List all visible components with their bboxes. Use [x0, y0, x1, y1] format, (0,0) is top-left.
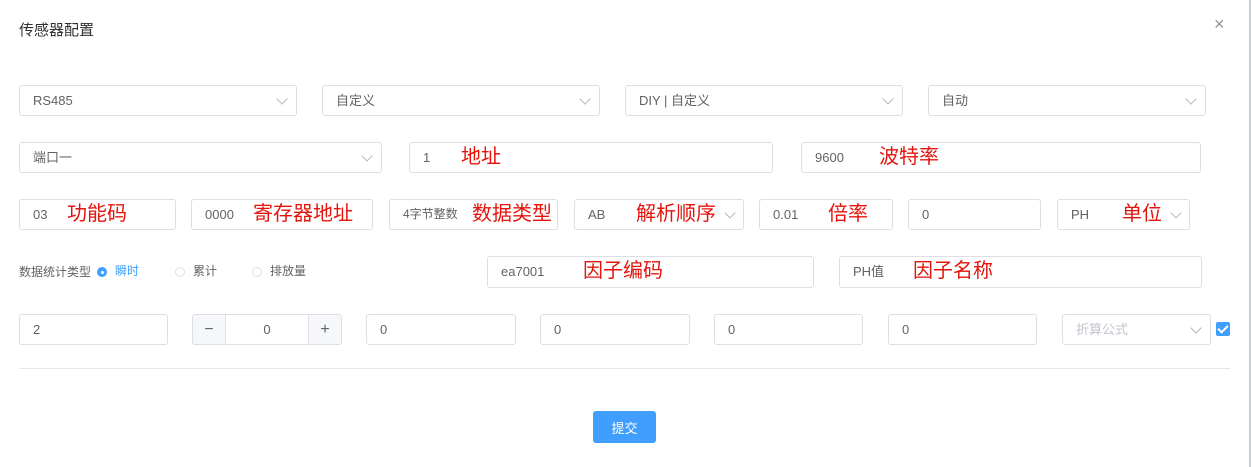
value-input-2-value: 0	[554, 322, 562, 337]
offset-input-value: 0	[922, 207, 930, 222]
address-annotation: 地址	[461, 144, 501, 168]
data-type-select-value: 4字节整数	[403, 207, 458, 221]
unit-select[interactable]: PH 单位	[1057, 199, 1190, 230]
chevron-down-icon	[724, 207, 736, 219]
register-address-annotation: 寄存器地址	[253, 201, 353, 225]
chevron-down-icon	[1170, 207, 1182, 219]
factor-name-input[interactable]: PH值 因子名称	[839, 256, 1202, 288]
baud-rate-input[interactable]: 9600 波特率	[801, 142, 1201, 173]
multiplier-annotation: 倍率	[828, 201, 868, 225]
function-code-input-value: 03	[33, 207, 48, 222]
register-address-input-value: 0000	[205, 207, 234, 222]
value-input-3-value: 0	[728, 322, 736, 337]
chevron-down-icon	[1190, 322, 1202, 334]
protocol-select-value: 自定义	[336, 93, 376, 108]
port-select-value: 端口一	[33, 150, 73, 165]
unit-select-value: PH	[1071, 207, 1090, 222]
precision-input-value: 2	[33, 322, 41, 337]
offset-input[interactable]: 0	[908, 199, 1041, 230]
value-input-3[interactable]: 0	[714, 314, 863, 345]
radio-emission[interactable]: 排放量	[252, 263, 306, 279]
factor-name-annotation: 因子名称	[913, 258, 993, 282]
radio-dot-icon	[252, 267, 262, 277]
protocol-select[interactable]: 自定义	[322, 85, 600, 116]
device-type-select-value: DIY | 自定义	[639, 93, 711, 108]
formula-select-placeholder: 折算公式	[1076, 322, 1129, 337]
radio-instant[interactable]: 瞬时	[97, 263, 139, 279]
multiplier-input[interactable]: 0.01 倍率	[759, 199, 893, 230]
plus-icon[interactable]: +	[308, 315, 341, 344]
chevron-down-icon	[1185, 93, 1197, 105]
data-type-annotation: 数据类型	[472, 201, 552, 225]
port-select[interactable]: 端口一	[19, 142, 382, 173]
factor-code-input[interactable]: ea7001 因子编码	[487, 256, 814, 288]
value-input-1[interactable]: 0	[366, 314, 516, 345]
value-input-4-value: 0	[902, 322, 910, 337]
device-type-select[interactable]: DIY | 自定义	[625, 85, 903, 116]
radio-dot-icon	[175, 267, 185, 277]
chevron-down-icon	[361, 150, 373, 162]
close-icon[interactable]: ×	[1214, 14, 1225, 34]
parse-order-select[interactable]: AB 解析顺序	[574, 199, 744, 230]
mode-select[interactable]: 自动	[928, 85, 1206, 116]
parse-order-annotation: 解析顺序	[636, 201, 716, 225]
chevron-down-icon	[579, 93, 591, 105]
function-code-input[interactable]: 03 功能码	[19, 199, 176, 230]
address-input-value: 1	[423, 150, 431, 165]
baud-rate-annotation: 波特率	[879, 144, 939, 168]
factor-name-input-value: PH值	[853, 264, 885, 279]
register-address-input[interactable]: 0000 寄存器地址	[191, 199, 373, 230]
baud-rate-input-value: 9600	[815, 150, 844, 165]
chevron-down-icon	[882, 93, 894, 105]
precision-input[interactable]: 2	[19, 314, 168, 345]
unit-annotation: 单位	[1122, 201, 1162, 225]
interface-select-value: RS485	[33, 93, 73, 108]
stepper-value[interactable]: 0	[226, 315, 308, 344]
check-icon[interactable]	[1216, 322, 1230, 336]
multiplier-input-value: 0.01	[773, 207, 799, 222]
sensor-config-dialog: 传感器配置 × RS485 自定义 DIY | 自定义 自动 端口一 1 地址 …	[0, 0, 1249, 467]
submit-button[interactable]: 提交	[593, 411, 656, 443]
minus-icon[interactable]: −	[193, 315, 226, 344]
radio-emission-label: 排放量	[270, 264, 307, 278]
radio-cumulative-label: 累计	[193, 264, 218, 278]
divider	[19, 368, 1230, 369]
factor-code-annotation: 因子编码	[583, 258, 663, 282]
stat-type-label: 数据统计类型	[19, 265, 92, 279]
parse-order-select-value: AB	[588, 207, 606, 222]
data-type-select[interactable]: 4字节整数 数据类型	[389, 199, 558, 230]
radio-dot-icon	[97, 267, 107, 277]
chevron-down-icon	[276, 93, 288, 105]
quantity-stepper[interactable]: − 0 +	[192, 314, 342, 345]
mode-select-value: 自动	[942, 93, 969, 108]
radio-cumulative[interactable]: 累计	[175, 263, 217, 279]
radio-instant-label: 瞬时	[115, 264, 140, 278]
value-input-4[interactable]: 0	[888, 314, 1037, 345]
dialog-title: 传感器配置	[19, 22, 95, 39]
formula-select[interactable]: 折算公式	[1062, 314, 1211, 345]
interface-select[interactable]: RS485	[19, 85, 297, 116]
value-input-2[interactable]: 0	[540, 314, 690, 345]
function-code-annotation: 功能码	[67, 201, 127, 225]
factor-code-input-value: ea7001	[501, 264, 545, 279]
value-input-1-value: 0	[380, 322, 388, 337]
address-input[interactable]: 1 地址	[409, 142, 773, 173]
